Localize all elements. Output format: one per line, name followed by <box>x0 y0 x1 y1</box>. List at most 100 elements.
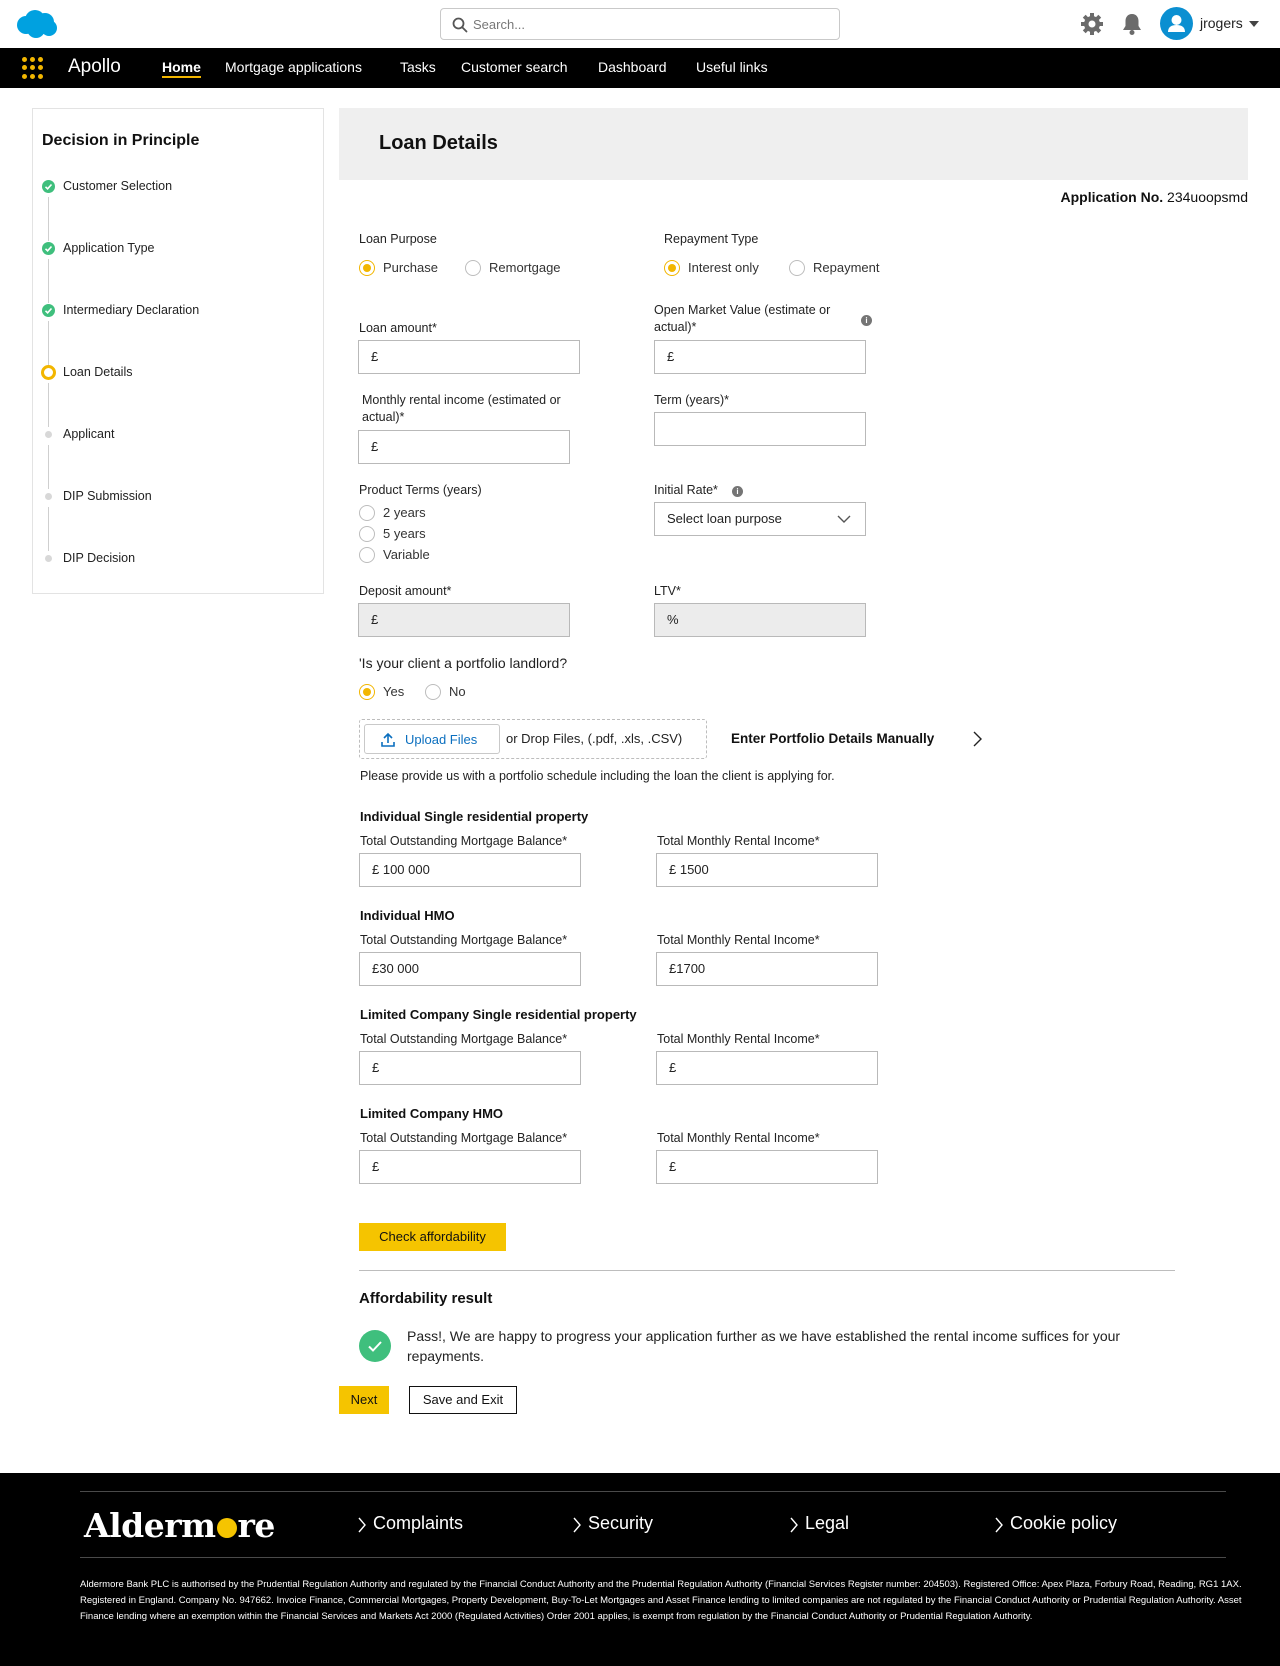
radio-selected-icon <box>359 260 375 276</box>
term-label: Term (years)* <box>654 393 730 407</box>
upload-files-button[interactable]: Upload Files <box>364 724 500 754</box>
pending-step-icon <box>45 555 52 562</box>
gear-icon[interactable] <box>1079 11 1105 37</box>
global-header: jrogers <box>0 0 1280 48</box>
aldermore-logo[interactable]: Alderm re <box>84 1506 275 1545</box>
check-icon <box>42 180 55 193</box>
radio-empty-icon <box>465 260 481 276</box>
radio-purchase[interactable]: Purchase <box>359 259 449 277</box>
radio-variable[interactable]: Variable <box>359 546 449 564</box>
enter-portfolio-manually-link[interactable]: Enter Portfolio Details Manually <box>731 731 934 746</box>
radio-no[interactable]: No <box>425 683 485 701</box>
section-title-individual-hmo: Individual HMO <box>360 908 455 923</box>
file-drop-zone[interactable]: Upload Files or Drop Files, (.pdf, .xls,… <box>359 719 707 759</box>
global-search[interactable] <box>440 8 840 40</box>
ltd-single-balance-input[interactable]: £ <box>359 1051 581 1085</box>
radio-label: Interest only <box>688 260 759 275</box>
step-application-type[interactable]: Application Type <box>42 239 312 259</box>
affordability-result-title: Affordability result <box>359 1290 493 1307</box>
monthly-rental-input[interactable]: £ <box>358 430 570 464</box>
footer-link-complaints[interactable]: Complaints <box>358 1513 463 1534</box>
divider <box>359 1270 1175 1271</box>
radio-2-years[interactable]: 2 years <box>359 504 449 522</box>
page-title: Loan Details <box>379 132 498 154</box>
footer: Alderm re Complaints Security Legal Cooki… <box>0 1473 1280 1666</box>
nav-item-mortgage-applications[interactable]: Mortgage applications <box>225 59 362 75</box>
drop-files-text: or Drop Files, (.pdf, .xls, .CSV) <box>506 731 683 746</box>
individual-hmo-balance-input[interactable]: £30 000 <box>359 952 581 986</box>
check-icon <box>42 304 55 317</box>
nav-item-tasks[interactable]: Tasks <box>400 59 436 75</box>
individual-hmo-income-input[interactable]: £1700 <box>656 952 878 986</box>
loan-amount-input[interactable]: £ <box>358 340 580 374</box>
step-label: Application Type <box>63 241 155 255</box>
footer-legal-text: Aldermore Bank PLC is authorised by the … <box>80 1579 1242 1622</box>
chevron-right-icon <box>995 1517 1003 1533</box>
radio-remortgage[interactable]: Remortgage <box>465 259 575 277</box>
pending-step-icon <box>45 431 52 438</box>
monthly-rental-label: Monthly rental income (estimated or actu… <box>362 393 561 424</box>
affordability-result-text: Pass!, We are happy to progress your app… <box>407 1328 1121 1364</box>
application-number: Application No. 234uoopsmd <box>1060 189 1248 205</box>
ltd-single-income-input[interactable]: £ <box>656 1051 878 1085</box>
ltd-hmo-income-input[interactable]: £ <box>656 1150 878 1184</box>
balance-label: Total Outstanding Mortgage Balance* <box>360 834 568 848</box>
individual-single-balance-input[interactable]: £ 100 000 <box>359 853 581 887</box>
open-market-value-input[interactable]: £ <box>654 340 866 374</box>
avatar[interactable] <box>1160 7 1193 40</box>
ltd-hmo-balance-input[interactable]: £ <box>359 1150 581 1184</box>
radio-yes[interactable]: Yes <box>359 683 419 701</box>
user-icon <box>1168 15 1185 32</box>
step-label: Customer Selection <box>63 179 173 193</box>
step-connector <box>48 259 49 303</box>
step-applicant[interactable]: Applicant <box>42 425 312 445</box>
ltv-input: % <box>654 603 866 637</box>
step-dip-decision[interactable]: DIP Decision <box>42 549 312 569</box>
radio-empty-icon <box>789 260 805 276</box>
step-dip-submission[interactable]: DIP Submission <box>42 487 312 507</box>
chevron-right-icon[interactable] <box>972 731 982 747</box>
next-button[interactable]: Next <box>339 1386 389 1414</box>
username[interactable]: jrogers <box>1200 15 1243 31</box>
step-connector <box>48 383 49 427</box>
nav-item-dashboard[interactable]: Dashboard <box>598 59 667 75</box>
individual-single-income-input[interactable]: £ 1500 <box>656 853 878 887</box>
search-input[interactable] <box>473 9 833 39</box>
radio-5-years[interactable]: 5 years <box>359 525 449 543</box>
step-loan-details[interactable]: Loan Details <box>41 363 312 383</box>
check-affordability-button[interactable]: Check affordability <box>359 1223 506 1251</box>
step-label: Applicant <box>63 427 115 441</box>
balance-label: Total Outstanding Mortgage Balance* <box>360 933 568 947</box>
open-market-value-label: Open Market Value (estimate or actual)* <box>654 303 831 334</box>
footer-link-security[interactable]: Security <box>573 1513 653 1534</box>
progress-title: Decision in Principle <box>42 132 200 149</box>
term-input[interactable] <box>654 412 866 446</box>
step-connector <box>48 197 49 241</box>
radio-label: 5 years <box>383 526 426 541</box>
income-label: Total Monthly Rental Income* <box>657 1032 820 1046</box>
portfolio-question-label: 'Is your client a portfolio landlord? <box>359 655 568 671</box>
info-icon[interactable]: i <box>732 486 743 497</box>
save-and-exit-button[interactable]: Save and Exit <box>409 1386 517 1414</box>
info-icon[interactable]: i <box>861 315 872 326</box>
salesforce-cloud-icon[interactable] <box>14 9 58 39</box>
application-number-label: Application No. <box>1060 189 1164 205</box>
bell-icon[interactable] <box>1119 11 1145 37</box>
step-label: Intermediary Declaration <box>63 303 200 317</box>
step-intermediary-declaration[interactable]: Intermediary Declaration <box>42 301 312 321</box>
initial-rate-value: Select loan purpose <box>667 511 782 526</box>
balance-label: Total Outstanding Mortgage Balance* <box>360 1032 568 1046</box>
footer-link-legal[interactable]: Legal <box>790 1513 849 1534</box>
nav-item-customer-search[interactable]: Customer search <box>461 59 568 75</box>
pending-step-icon <box>45 493 52 500</box>
footer-link-cookie-policy[interactable]: Cookie policy <box>995 1513 1117 1534</box>
caret-down-icon[interactable] <box>1249 20 1259 28</box>
app-launcher-icon[interactable] <box>22 57 44 79</box>
nav-item-useful-links[interactable]: Useful links <box>696 59 768 75</box>
deposit-label: Deposit amount* <box>359 584 452 598</box>
nav-item-home[interactable]: Home <box>162 59 201 78</box>
radio-repayment[interactable]: Repayment <box>789 259 899 277</box>
initial-rate-select[interactable]: Select loan purpose <box>654 502 866 536</box>
step-customer-selection[interactable]: Customer Selection <box>42 177 312 197</box>
radio-interest-only[interactable]: Interest only <box>664 259 774 277</box>
